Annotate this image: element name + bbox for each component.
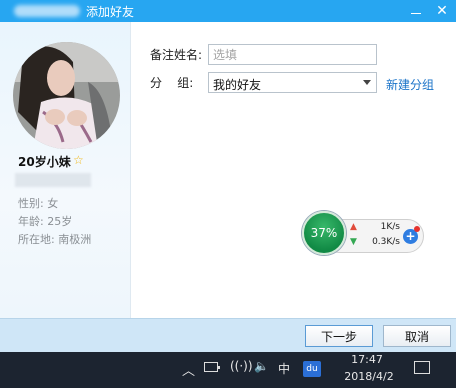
nickname: 20岁小妹 <box>18 155 71 169</box>
blurred-account-number <box>15 173 91 187</box>
network-speed-widget[interactable]: 37% ▲ 1K/s ▼ 0.3K/s + <box>302 211 424 255</box>
upload-speed: 1K/s <box>380 222 400 232</box>
clock-date[interactable]: 2018/4/2 <box>338 370 400 383</box>
location-info: 所在地: 南极洲 <box>18 233 92 246</box>
speed-percent: 37% <box>310 226 338 240</box>
battery-icon[interactable] <box>204 362 220 372</box>
group-label: 分 组: <box>150 76 194 90</box>
new-group-link[interactable]: 新建分组 <box>386 76 434 93</box>
gender-info: 性别: 女 <box>18 197 59 210</box>
up-arrow-icon: ▲ <box>350 222 357 232</box>
dropdown-icon <box>363 80 371 85</box>
notification-icon[interactable] <box>414 361 430 374</box>
window-title: 添加好友 <box>86 5 135 19</box>
minimize-icon <box>411 12 421 14</box>
star-icon: ☆ <box>73 153 84 167</box>
age-info: 年龄: 25岁 <box>18 215 73 228</box>
remark-input[interactable] <box>208 44 377 65</box>
minimize-button[interactable] <box>404 0 428 22</box>
close-icon: ✕ <box>436 3 448 19</box>
blurred-account-name <box>14 5 80 17</box>
volume-icon[interactable]: 🔈 <box>254 359 269 373</box>
clock-time[interactable]: 17:47 <box>346 353 388 366</box>
avatar <box>13 42 120 149</box>
du-tray-icon[interactable]: du <box>303 361 321 377</box>
dialog-footer: 下一步 取消 <box>0 318 456 352</box>
down-arrow-icon: ▼ <box>350 237 357 247</box>
group-select[interactable]: 我的好友 <box>208 72 377 93</box>
close-button[interactable]: ✕ <box>430 0 454 22</box>
chevron-up-icon[interactable]: ︿ <box>182 360 195 379</box>
notification-dot <box>414 226 420 232</box>
speed-percent-ball[interactable]: 37% <box>302 211 346 255</box>
remark-label: 备注姓名: <box>150 48 203 62</box>
taskbar: ︿ ((·)) 🔈 中 du 17:47 2018/4/2 <box>0 352 456 388</box>
title-bar: 添加好友 ✕ <box>0 0 456 22</box>
next-button[interactable]: 下一步 <box>305 325 373 347</box>
group-selected-value: 我的好友 <box>213 78 262 92</box>
download-speed: 0.3K/s <box>372 237 400 247</box>
cancel-button[interactable]: 取消 <box>383 325 451 347</box>
ime-indicator[interactable]: 中 <box>278 360 290 377</box>
wifi-icon[interactable]: ((·)) <box>230 359 253 373</box>
